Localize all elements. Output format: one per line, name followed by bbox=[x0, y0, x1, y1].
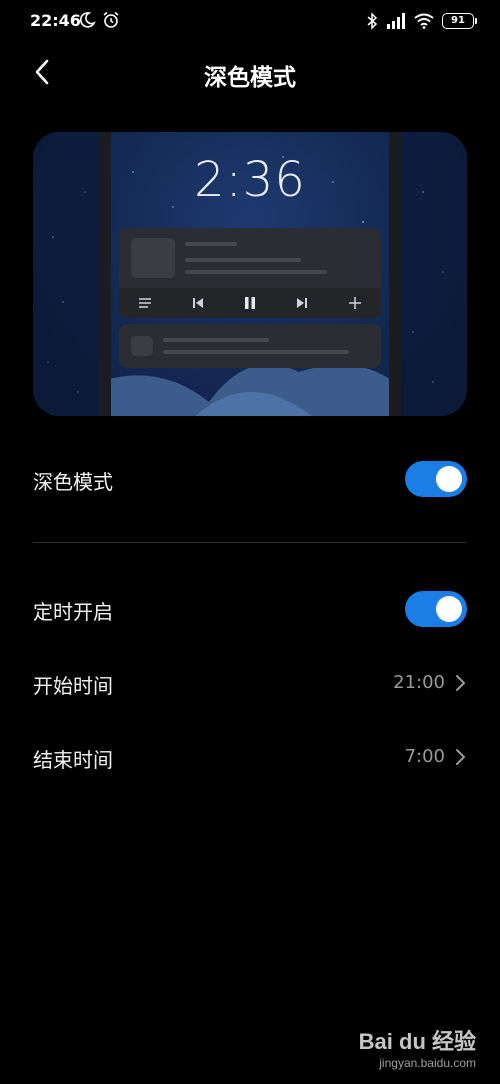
schedule-toggle[interactable] bbox=[405, 591, 467, 627]
toggle-knob bbox=[436, 596, 462, 622]
end-time-label: 结束时间 bbox=[33, 748, 113, 772]
add-icon bbox=[345, 293, 365, 313]
dark-mode-toggle[interactable] bbox=[405, 461, 467, 497]
list-icon bbox=[135, 293, 155, 313]
album-art-placeholder bbox=[131, 238, 175, 278]
end-time-row[interactable]: 结束时间 7:00 bbox=[33, 732, 467, 782]
watermark-logo: Bai du 经验 bbox=[358, 1029, 476, 1054]
dark-mode-row[interactable]: 深色模式 bbox=[33, 454, 467, 504]
dark-mode-preview: 2:36 bbox=[33, 132, 467, 416]
schedule-row[interactable]: 定时开启 bbox=[33, 584, 467, 634]
header: 深色模式 bbox=[0, 44, 500, 100]
bluetooth-icon bbox=[367, 12, 378, 30]
end-time-value: 7:00 bbox=[404, 746, 445, 767]
start-time-label: 开始时间 bbox=[33, 674, 113, 698]
battery-level: 91 bbox=[451, 15, 465, 26]
preview-notification-card bbox=[119, 324, 381, 368]
dark-mode-label: 深色模式 bbox=[33, 470, 113, 494]
start-time-row[interactable]: 开始时间 21:00 bbox=[33, 658, 467, 708]
status-time: 22:46 bbox=[30, 11, 81, 30]
previous-icon bbox=[188, 293, 208, 313]
chevron-right-icon bbox=[456, 675, 465, 691]
battery-icon: 91 bbox=[442, 13, 477, 29]
alarm-icon bbox=[103, 11, 119, 28]
baidu-jingyan-watermark: Bai du 经验 jingyan.baidu.com bbox=[359, 1024, 476, 1070]
page-title: 深色模式 bbox=[204, 65, 296, 91]
toggle-knob bbox=[436, 466, 462, 492]
chevron-right-icon bbox=[456, 749, 465, 765]
moon-icon bbox=[79, 12, 96, 28]
preview-clock: 2:36 bbox=[194, 152, 306, 208]
schedule-label: 定时开启 bbox=[33, 600, 113, 624]
signal-icon bbox=[387, 13, 405, 29]
next-icon bbox=[292, 293, 312, 313]
preview-media-card bbox=[119, 228, 381, 318]
watermark-url: jingyan.baidu.com bbox=[379, 1056, 476, 1070]
dark-mode-settings-page: 22:46 91 深色模式 2:36 深色模式 定时开启 开始时间 21:00 … bbox=[0, 0, 500, 1084]
preview-media-controls bbox=[119, 288, 381, 318]
status-bar: 22:46 91 bbox=[0, 0, 500, 44]
section-divider bbox=[33, 542, 467, 543]
pause-icon bbox=[240, 293, 260, 313]
start-time-value: 21:00 bbox=[393, 672, 445, 693]
wifi-icon bbox=[414, 13, 434, 29]
